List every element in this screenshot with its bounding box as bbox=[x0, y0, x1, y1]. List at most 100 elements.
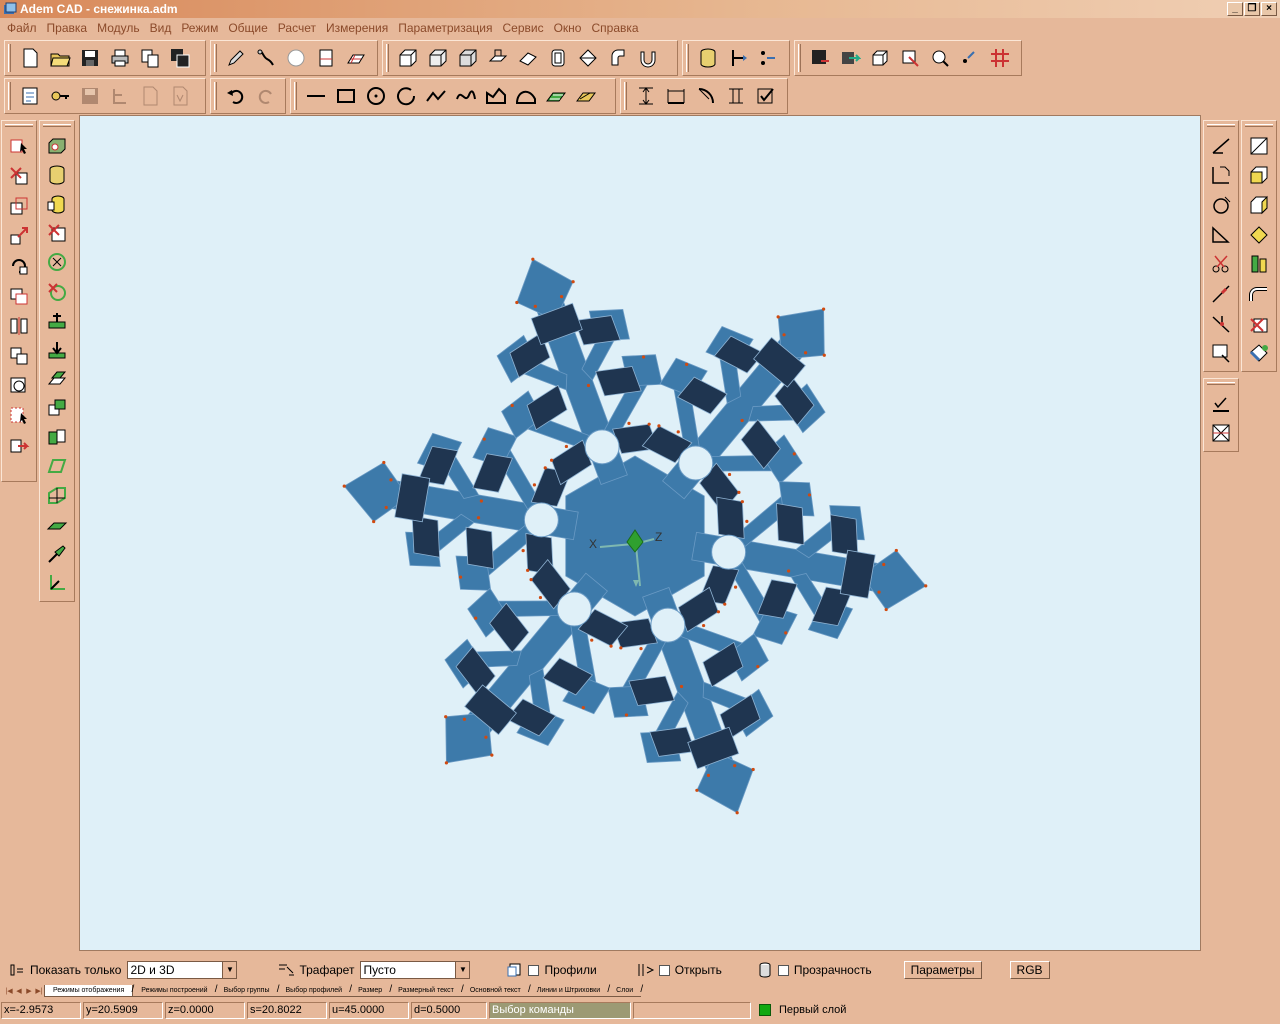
fillet-button[interactable] bbox=[603, 43, 633, 73]
draw-circle-button[interactable] bbox=[1206, 190, 1236, 220]
hatch-grid-button[interactable] bbox=[985, 43, 1015, 73]
move-solid-button[interactable] bbox=[4, 221, 34, 251]
solid-box-button[interactable] bbox=[393, 43, 423, 73]
page-disabled-button[interactable] bbox=[135, 81, 165, 111]
delete-red-button[interactable] bbox=[42, 219, 72, 248]
redo-button[interactable] bbox=[251, 81, 281, 111]
dim-align-button[interactable] bbox=[721, 81, 751, 111]
tab-display-modes[interactable]: Режимы отображения bbox=[44, 984, 135, 997]
pin-button[interactable] bbox=[42, 540, 72, 569]
dim-vertical-button[interactable] bbox=[631, 81, 661, 111]
tab-size[interactable]: Размер bbox=[350, 984, 392, 997]
save-button[interactable] bbox=[75, 43, 105, 73]
face-yellow2-button[interactable] bbox=[1244, 190, 1274, 220]
menu-file[interactable]: Файл bbox=[2, 21, 42, 35]
maximize-button[interactable]: ❐ bbox=[1244, 2, 1260, 16]
hatch2-button[interactable] bbox=[571, 81, 601, 111]
point-button[interactable] bbox=[955, 43, 985, 73]
clone-solid-button[interactable] bbox=[4, 281, 34, 311]
page-v-disabled-button[interactable] bbox=[165, 81, 195, 111]
pipe-button[interactable] bbox=[1244, 279, 1274, 309]
draw-corner-button[interactable] bbox=[1206, 161, 1236, 191]
tab-main-text[interactable]: Основной текст bbox=[461, 984, 531, 997]
plane-green-button[interactable] bbox=[42, 306, 72, 335]
solid-box3-button[interactable] bbox=[453, 43, 483, 73]
save-disabled-button[interactable] bbox=[75, 81, 105, 111]
cube-button[interactable] bbox=[865, 43, 895, 73]
check-button[interactable] bbox=[1206, 389, 1236, 419]
scale-solid-button[interactable] bbox=[4, 371, 34, 401]
array-solid-button[interactable] bbox=[4, 341, 34, 371]
undo-button[interactable] bbox=[221, 81, 251, 111]
parameters-button[interactable]: Параметры bbox=[903, 961, 982, 979]
cube-arrow-button[interactable] bbox=[895, 43, 925, 73]
channel-button[interactable] bbox=[633, 43, 663, 73]
hatch-button[interactable] bbox=[541, 81, 571, 111]
plane-flat-button[interactable] bbox=[42, 510, 72, 539]
zoom-button[interactable] bbox=[925, 43, 955, 73]
model-viewport[interactable]: X Z bbox=[79, 115, 1201, 951]
menu-mode[interactable]: Режим bbox=[176, 21, 223, 35]
line-button[interactable] bbox=[301, 81, 331, 111]
layer-color-swatch[interactable] bbox=[759, 1004, 771, 1016]
scissors-button[interactable] bbox=[1206, 249, 1236, 279]
paint-button[interactable] bbox=[1244, 338, 1274, 368]
plane-print-button[interactable] bbox=[311, 43, 341, 73]
polygon-button[interactable] bbox=[481, 81, 511, 111]
axis-right-button[interactable] bbox=[753, 43, 783, 73]
copy-files-button[interactable] bbox=[135, 43, 165, 73]
arc-circle-button[interactable] bbox=[391, 81, 421, 111]
profiles-checkbox[interactable] bbox=[528, 964, 540, 976]
keys-button[interactable] bbox=[45, 81, 75, 111]
curve-button[interactable] bbox=[511, 81, 541, 111]
annotate-button[interactable] bbox=[1206, 338, 1236, 368]
face-yellow-button[interactable] bbox=[1244, 161, 1274, 191]
axis-left-button[interactable] bbox=[723, 43, 753, 73]
close-button[interactable]: × bbox=[1261, 2, 1277, 16]
grid-check-button[interactable] bbox=[1206, 419, 1236, 449]
dim-radius-button[interactable] bbox=[691, 81, 721, 111]
menu-view[interactable]: Вид bbox=[145, 21, 177, 35]
plane-cut-button[interactable] bbox=[513, 43, 543, 73]
snowflake-model[interactable]: X Z bbox=[80, 116, 1200, 950]
rgb-button[interactable]: RGB bbox=[1009, 961, 1050, 979]
open-button[interactable] bbox=[45, 43, 75, 73]
shell-button[interactable] bbox=[543, 43, 573, 73]
face-delete-button[interactable] bbox=[1244, 309, 1274, 339]
pencil-button[interactable] bbox=[221, 43, 251, 73]
print-button[interactable] bbox=[105, 43, 135, 73]
sweep-button[interactable] bbox=[251, 43, 281, 73]
mirror-solid-button[interactable] bbox=[4, 311, 34, 341]
menu-module[interactable]: Модуль bbox=[92, 21, 145, 35]
plane-outline-button[interactable] bbox=[42, 452, 72, 481]
first-tab-button[interactable]: |◀ bbox=[4, 986, 14, 997]
polyline-button[interactable] bbox=[421, 81, 451, 111]
rectangle-button[interactable] bbox=[331, 81, 361, 111]
cut-solid-button[interactable] bbox=[42, 131, 72, 160]
plane-stack2-button[interactable] bbox=[42, 394, 72, 423]
solid-box2-button[interactable] bbox=[423, 43, 453, 73]
revolve-button[interactable] bbox=[573, 43, 603, 73]
menu-window[interactable]: Окно bbox=[549, 21, 587, 35]
face-yellow3-button[interactable] bbox=[1244, 220, 1274, 250]
tab-profile-select[interactable]: Выбор профилей bbox=[277, 984, 352, 997]
open-checkbox[interactable] bbox=[658, 964, 670, 976]
dim-check-button[interactable] bbox=[751, 81, 781, 111]
face-cut-button[interactable] bbox=[1244, 131, 1274, 161]
sphere-button[interactable] bbox=[281, 43, 311, 73]
show-only-select[interactable]: 2D и 3D ▼ bbox=[127, 961, 238, 979]
circle-button[interactable] bbox=[361, 81, 391, 111]
cad-export-button[interactable] bbox=[835, 43, 865, 73]
menu-help[interactable]: Справка bbox=[586, 21, 643, 35]
trim-button[interactable] bbox=[1206, 309, 1236, 339]
spline-button[interactable] bbox=[451, 81, 481, 111]
prev-tab-button[interactable]: ◀ bbox=[14, 986, 24, 997]
plane-stack-button[interactable] bbox=[42, 364, 72, 393]
tab-lines-hatches[interactable]: Линии и Штриховки bbox=[528, 984, 611, 997]
draw-triangle-button[interactable] bbox=[1206, 220, 1236, 250]
menu-param[interactable]: Параметризация bbox=[393, 21, 497, 35]
plane-green2-button[interactable] bbox=[42, 335, 72, 364]
pen-line-button[interactable] bbox=[1206, 279, 1236, 309]
menu-service[interactable]: Сервис bbox=[498, 21, 549, 35]
menu-measure[interactable]: Измерения bbox=[321, 21, 393, 35]
